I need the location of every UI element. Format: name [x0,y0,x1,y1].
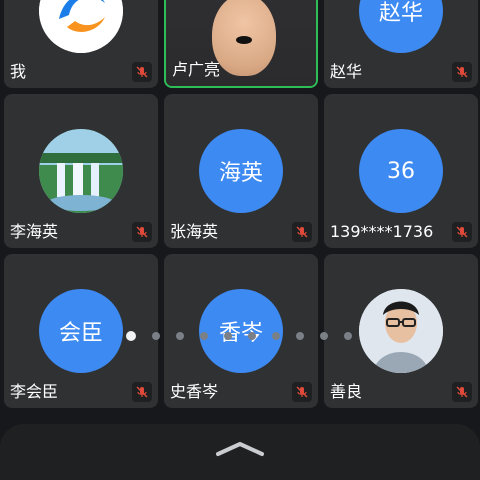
participant-tile-zhaohua[interactable]: 赵华 赵华 [324,0,478,88]
expand-up-icon[interactable] [214,438,266,460]
avatar [39,129,123,213]
participant-tile-me[interactable]: 我 [4,0,158,88]
participant-name: 史香岑 [170,382,219,401]
muted-mic-icon [452,222,472,242]
participant-tile-zhanghaiying[interactable]: 海英 张海英 [164,94,318,248]
participant-name: 卢广亮 [172,60,221,79]
muted-mic-icon [452,62,472,82]
page-dot[interactable] [272,332,280,340]
muted-mic-icon [132,222,152,242]
page-dot[interactable] [320,332,328,340]
muted-mic-icon [132,62,152,82]
participant-tile-phone[interactable]: 36 139****1736 [324,94,478,248]
page-dot[interactable] [176,332,184,340]
participant-name: 李会臣 [10,382,59,401]
participant-name: 赵华 [330,62,363,81]
participant-video-mouth [236,36,252,44]
bottom-drawer[interactable] [0,424,480,480]
participant-name: 139****1736 [330,222,434,241]
participant-tile-lihaiying[interactable]: 李海英 [4,94,158,248]
muted-mic-icon [292,382,312,402]
page-dot[interactable] [200,332,208,340]
participant-name: 善良 [330,382,363,401]
participant-name: 李海英 [10,222,59,241]
page-dot[interactable] [248,332,256,340]
muted-mic-icon [452,382,472,402]
page-dot[interactable] [344,332,352,340]
avatar: 赵华 [359,0,443,53]
avatar [359,289,443,373]
page-dot[interactable] [152,332,160,340]
avatar: 海英 [199,129,283,213]
avatar: 会臣 [39,289,123,373]
page-dot[interactable] [224,332,232,340]
page-dot-active[interactable] [126,331,136,341]
page-indicator[interactable] [126,330,364,342]
muted-mic-icon [292,222,312,242]
participant-tile-active-speaker[interactable]: 卢广亮 [164,0,318,88]
page-dot[interactable] [296,332,304,340]
participant-name: 我 [10,62,27,81]
participant-name: 张海英 [170,222,219,241]
muted-mic-icon [132,382,152,402]
avatar [39,0,123,53]
avatar: 36 [359,129,443,213]
